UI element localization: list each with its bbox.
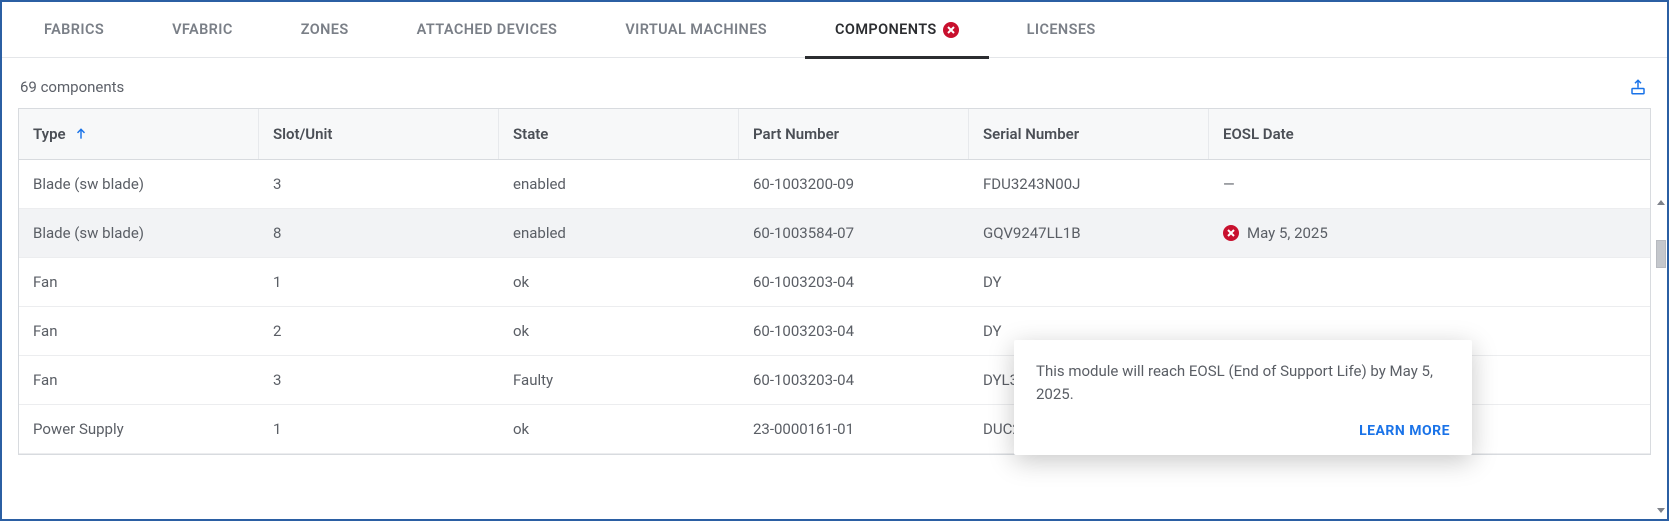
cell-slot: 3 <box>259 160 499 208</box>
cell-serial: GQV9247LL1B <box>969 209 1209 257</box>
eosl-date: May 5, 2025 <box>1247 224 1328 242</box>
column-header-serial[interactable]: Serial Number <box>969 109 1209 159</box>
eosl-date: — <box>1223 175 1235 193</box>
table-row[interactable]: Fan1ok60-1003203-04DY <box>19 258 1650 307</box>
eosl-tooltip: This module will reach EOSL (End of Supp… <box>1014 340 1472 455</box>
tab-label: VIRTUAL MACHINES <box>625 21 767 38</box>
cell-slot: 1 <box>259 405 499 453</box>
cell-slot: 3 <box>259 356 499 404</box>
cell-serial: DY <box>969 258 1209 306</box>
tab-label: VFABRIC <box>172 21 233 38</box>
tabs-bar: FABRICS VFABRIC ZONES ATTACHED DEVICES VIRTU… <box>2 2 1667 58</box>
content-area: 69 components Type Slot/Unit State Part … <box>2 58 1667 455</box>
tab-licenses[interactable]: LICENSES <box>997 2 1126 58</box>
column-header-slot[interactable]: Slot/Unit <box>259 109 499 159</box>
cell-state: Faulty <box>499 356 739 404</box>
cell-state: ok <box>499 405 739 453</box>
components-count: 69 components <box>20 78 124 96</box>
column-label: State <box>513 125 548 143</box>
tooltip-actions: LEARN MORE <box>1036 423 1450 439</box>
scroll-down-arrow[interactable] <box>1655 503 1667 517</box>
tab-zones[interactable]: ZONES <box>271 2 379 58</box>
column-label: EOSL Date <box>1223 125 1294 143</box>
cell-slot: 1 <box>259 258 499 306</box>
cell-type: Fan <box>19 356 259 404</box>
tab-label: COMPONENTS <box>835 21 937 38</box>
cell-type: Fan <box>19 258 259 306</box>
sort-asc-icon <box>74 127 88 141</box>
table-row[interactable]: Blade (sw blade)3enabled60-1003200-09FDU… <box>19 160 1650 209</box>
tab-components[interactable]: COMPONENTS <box>805 2 989 58</box>
tab-label: ZONES <box>301 21 349 38</box>
tooltip-text: This module will reach EOSL (End of Supp… <box>1036 360 1450 405</box>
error-icon <box>1223 225 1239 241</box>
cell-eosl <box>1209 258 1650 306</box>
summary-row: 69 components <box>18 76 1651 98</box>
cell-type: Power Supply <box>19 405 259 453</box>
cell-part: 60-1003203-04 <box>739 307 969 355</box>
cell-type: Blade (sw blade) <box>19 160 259 208</box>
tab-virtual-machines[interactable]: VIRTUAL MACHINES <box>595 2 797 58</box>
cell-part: 60-1003203-04 <box>739 356 969 404</box>
tab-attached-devices[interactable]: ATTACHED DEVICES <box>387 2 588 58</box>
tab-label: FABRICS <box>44 21 104 38</box>
column-header-state[interactable]: State <box>499 109 739 159</box>
column-label: Part Number <box>753 125 839 143</box>
column-header-eosl[interactable]: EOSL Date <box>1209 109 1650 159</box>
cell-slot: 2 <box>259 307 499 355</box>
tab-vfabric[interactable]: VFABRIC <box>142 2 263 58</box>
cell-state: enabled <box>499 160 739 208</box>
table-header-row: Type Slot/Unit State Part Number Serial … <box>19 109 1650 160</box>
cell-serial: FDU3243N00J <box>969 160 1209 208</box>
cell-slot: 8 <box>259 209 499 257</box>
tab-label: ATTACHED DEVICES <box>417 21 558 38</box>
column-header-type[interactable]: Type <box>19 109 259 159</box>
column-header-part[interactable]: Part Number <box>739 109 969 159</box>
error-icon <box>943 22 959 38</box>
column-label: Type <box>33 125 66 143</box>
cell-state: enabled <box>499 209 739 257</box>
cell-state: ok <box>499 258 739 306</box>
tab-label: LICENSES <box>1027 21 1096 38</box>
tab-fabrics[interactable]: FABRICS <box>14 2 134 58</box>
column-label: Slot/Unit <box>273 125 332 143</box>
learn-more-link[interactable]: LEARN MORE <box>1359 423 1450 439</box>
cell-part: 60-1003584-07 <box>739 209 969 257</box>
table-row[interactable]: Blade (sw blade)8enabled60-1003584-07GQV… <box>19 209 1650 258</box>
cell-eosl[interactable]: May 5, 2025 <box>1209 209 1650 257</box>
cell-eosl: — <box>1209 160 1650 208</box>
export-button[interactable] <box>1627 76 1649 98</box>
cell-part: 60-1003200-09 <box>739 160 969 208</box>
cell-type: Fan <box>19 307 259 355</box>
cell-state: ok <box>499 307 739 355</box>
cell-type: Blade (sw blade) <box>19 209 259 257</box>
cell-part: 60-1003203-04 <box>739 258 969 306</box>
export-icon <box>1629 78 1647 96</box>
column-label: Serial Number <box>983 125 1079 143</box>
cell-part: 23-0000161-01 <box>739 405 969 453</box>
